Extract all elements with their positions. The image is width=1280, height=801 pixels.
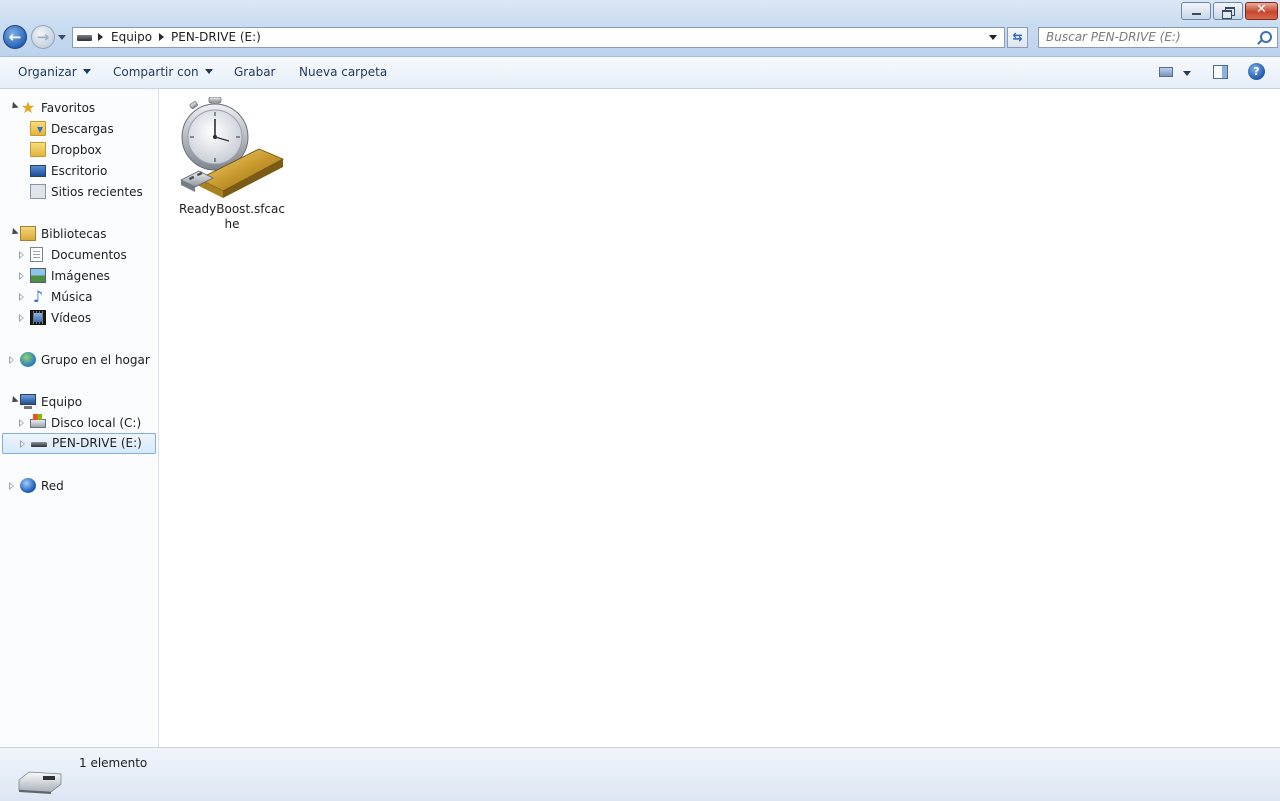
readyboost-usb-stopwatch-icon xyxy=(180,97,284,198)
forward-arrow-icon: → xyxy=(36,28,50,46)
item-count: 1 elemento xyxy=(79,756,148,770)
search-icon[interactable] xyxy=(1260,31,1272,43)
file-item[interactable]: ReadyBoost.sfcache xyxy=(179,95,285,235)
collapse-arrow-icon[interactable] xyxy=(9,395,19,406)
sidebar-item-escritorio[interactable]: Escritorio xyxy=(0,161,158,181)
address-bar[interactable]: Equipo PEN-DRIVE (E:) xyxy=(72,27,1005,48)
sidebar-item-grupo-hogar[interactable]: Grupo en el hogar xyxy=(0,350,158,370)
title-bar: ✕ ← → Equipo PEN-DRIVE (E:) ⇆ Buscar PEN… xyxy=(0,0,1280,57)
restore-button[interactable] xyxy=(1213,2,1243,20)
sidebar-item-documentos[interactable]: Documentos xyxy=(0,245,158,265)
music-note-icon: ♪ xyxy=(32,287,44,306)
sidebar-item-red[interactable]: Red xyxy=(0,476,158,496)
recent-pages-dropdown[interactable] xyxy=(56,31,68,43)
network-icon xyxy=(20,478,36,493)
collapse-arrow-icon[interactable] xyxy=(9,227,19,238)
usb-drive-icon xyxy=(18,771,62,794)
back-button[interactable]: ← xyxy=(3,25,27,49)
breadcrumb-chevron-icon[interactable] xyxy=(159,33,164,41)
sidebar-item-imagenes[interactable]: Imágenes xyxy=(0,266,158,286)
share-with-menu-button[interactable]: Compartir con xyxy=(113,65,213,79)
folder-icon xyxy=(30,142,46,157)
burn-button[interactable]: Grabar xyxy=(234,65,276,79)
sidebar-item-disco-local[interactable]: Disco local (C:) xyxy=(0,413,158,433)
expand-arrow-icon[interactable] xyxy=(20,440,26,448)
expand-arrow-icon[interactable] xyxy=(19,251,25,259)
usb-drive-icon xyxy=(31,442,47,447)
forward-button[interactable]: → xyxy=(31,25,55,49)
libraries-icon xyxy=(20,226,36,241)
address-dropdown-icon[interactable] xyxy=(989,35,997,40)
pictures-icon xyxy=(30,268,46,283)
breadcrumb-chevron-icon[interactable] xyxy=(98,33,103,41)
file-list-area[interactable]: ReadyBoost.sfcache xyxy=(159,89,1280,747)
desktop-icon xyxy=(30,165,46,177)
search-placeholder: Buscar PEN-DRIVE (E:) xyxy=(1046,30,1181,44)
star-icon: ★ xyxy=(20,98,36,117)
breadcrumb-pen-drive[interactable]: PEN-DRIVE (E:) xyxy=(171,30,261,44)
close-button[interactable]: ✕ xyxy=(1245,2,1278,20)
preview-pane-icon[interactable] xyxy=(1213,65,1228,79)
chevron-down-icon xyxy=(204,69,213,74)
close-icon: ✕ xyxy=(1256,2,1267,17)
refresh-button[interactable]: ⇆ xyxy=(1007,27,1028,48)
documents-icon xyxy=(30,247,43,262)
expand-arrow-icon[interactable] xyxy=(9,356,15,364)
sidebar-item-pen-drive[interactable]: PEN-DRIVE (E:) xyxy=(2,433,156,454)
back-arrow-icon: ← xyxy=(8,28,22,46)
collapse-arrow-icon[interactable] xyxy=(9,101,19,112)
breadcrumb-equipo[interactable]: Equipo xyxy=(111,30,152,44)
chevron-down-icon xyxy=(82,69,91,74)
view-options-dropdown-icon[interactable] xyxy=(1183,71,1191,76)
change-view-icon[interactable] xyxy=(1159,67,1173,77)
recent-places-icon xyxy=(30,184,46,199)
expand-arrow-icon[interactable] xyxy=(19,293,25,301)
sidebar-item-equipo[interactable]: Equipo xyxy=(0,392,158,412)
sidebar-item-descargas[interactable]: Descargas xyxy=(0,119,158,139)
usb-drive-icon xyxy=(77,35,92,41)
search-input[interactable]: Buscar PEN-DRIVE (E:) xyxy=(1038,27,1278,48)
video-film-icon xyxy=(30,310,46,325)
sidebar-item-bibliotecas[interactable]: Bibliotecas xyxy=(0,224,158,244)
command-bar: Organizar Compartir con Grabar Nueva car… xyxy=(0,57,1280,89)
help-icon[interactable]: ? xyxy=(1248,63,1265,80)
expand-arrow-icon[interactable] xyxy=(19,272,25,280)
new-folder-button[interactable]: Nueva carpeta xyxy=(299,65,387,79)
sidebar-item-musica[interactable]: ♪ Música xyxy=(0,287,158,307)
sidebar-item-dropbox[interactable]: Dropbox xyxy=(0,140,158,160)
navigation-pane: ★ Favoritos Descargas Dropbox Escritorio… xyxy=(0,89,159,747)
file-name[interactable]: ReadyBoost.sfcache xyxy=(179,202,285,232)
expand-arrow-icon[interactable] xyxy=(19,314,25,322)
sidebar-item-sitios-recientes[interactable]: Sitios recientes xyxy=(0,182,158,202)
organize-menu-button[interactable]: Organizar xyxy=(18,65,91,79)
expand-arrow-icon[interactable] xyxy=(19,419,25,427)
downloads-folder-icon xyxy=(30,121,46,136)
minimize-button[interactable] xyxy=(1181,2,1211,20)
expand-arrow-icon[interactable] xyxy=(9,482,15,490)
refresh-icon: ⇆ xyxy=(1012,30,1023,44)
sidebar-item-favoritos[interactable]: ★ Favoritos xyxy=(0,98,158,118)
details-pane: 1 elemento xyxy=(0,747,1280,801)
computer-icon xyxy=(20,394,36,409)
homegroup-icon xyxy=(20,352,36,367)
sidebar-item-videos[interactable]: Vídeos xyxy=(0,308,158,328)
local-disk-icon xyxy=(30,414,46,428)
